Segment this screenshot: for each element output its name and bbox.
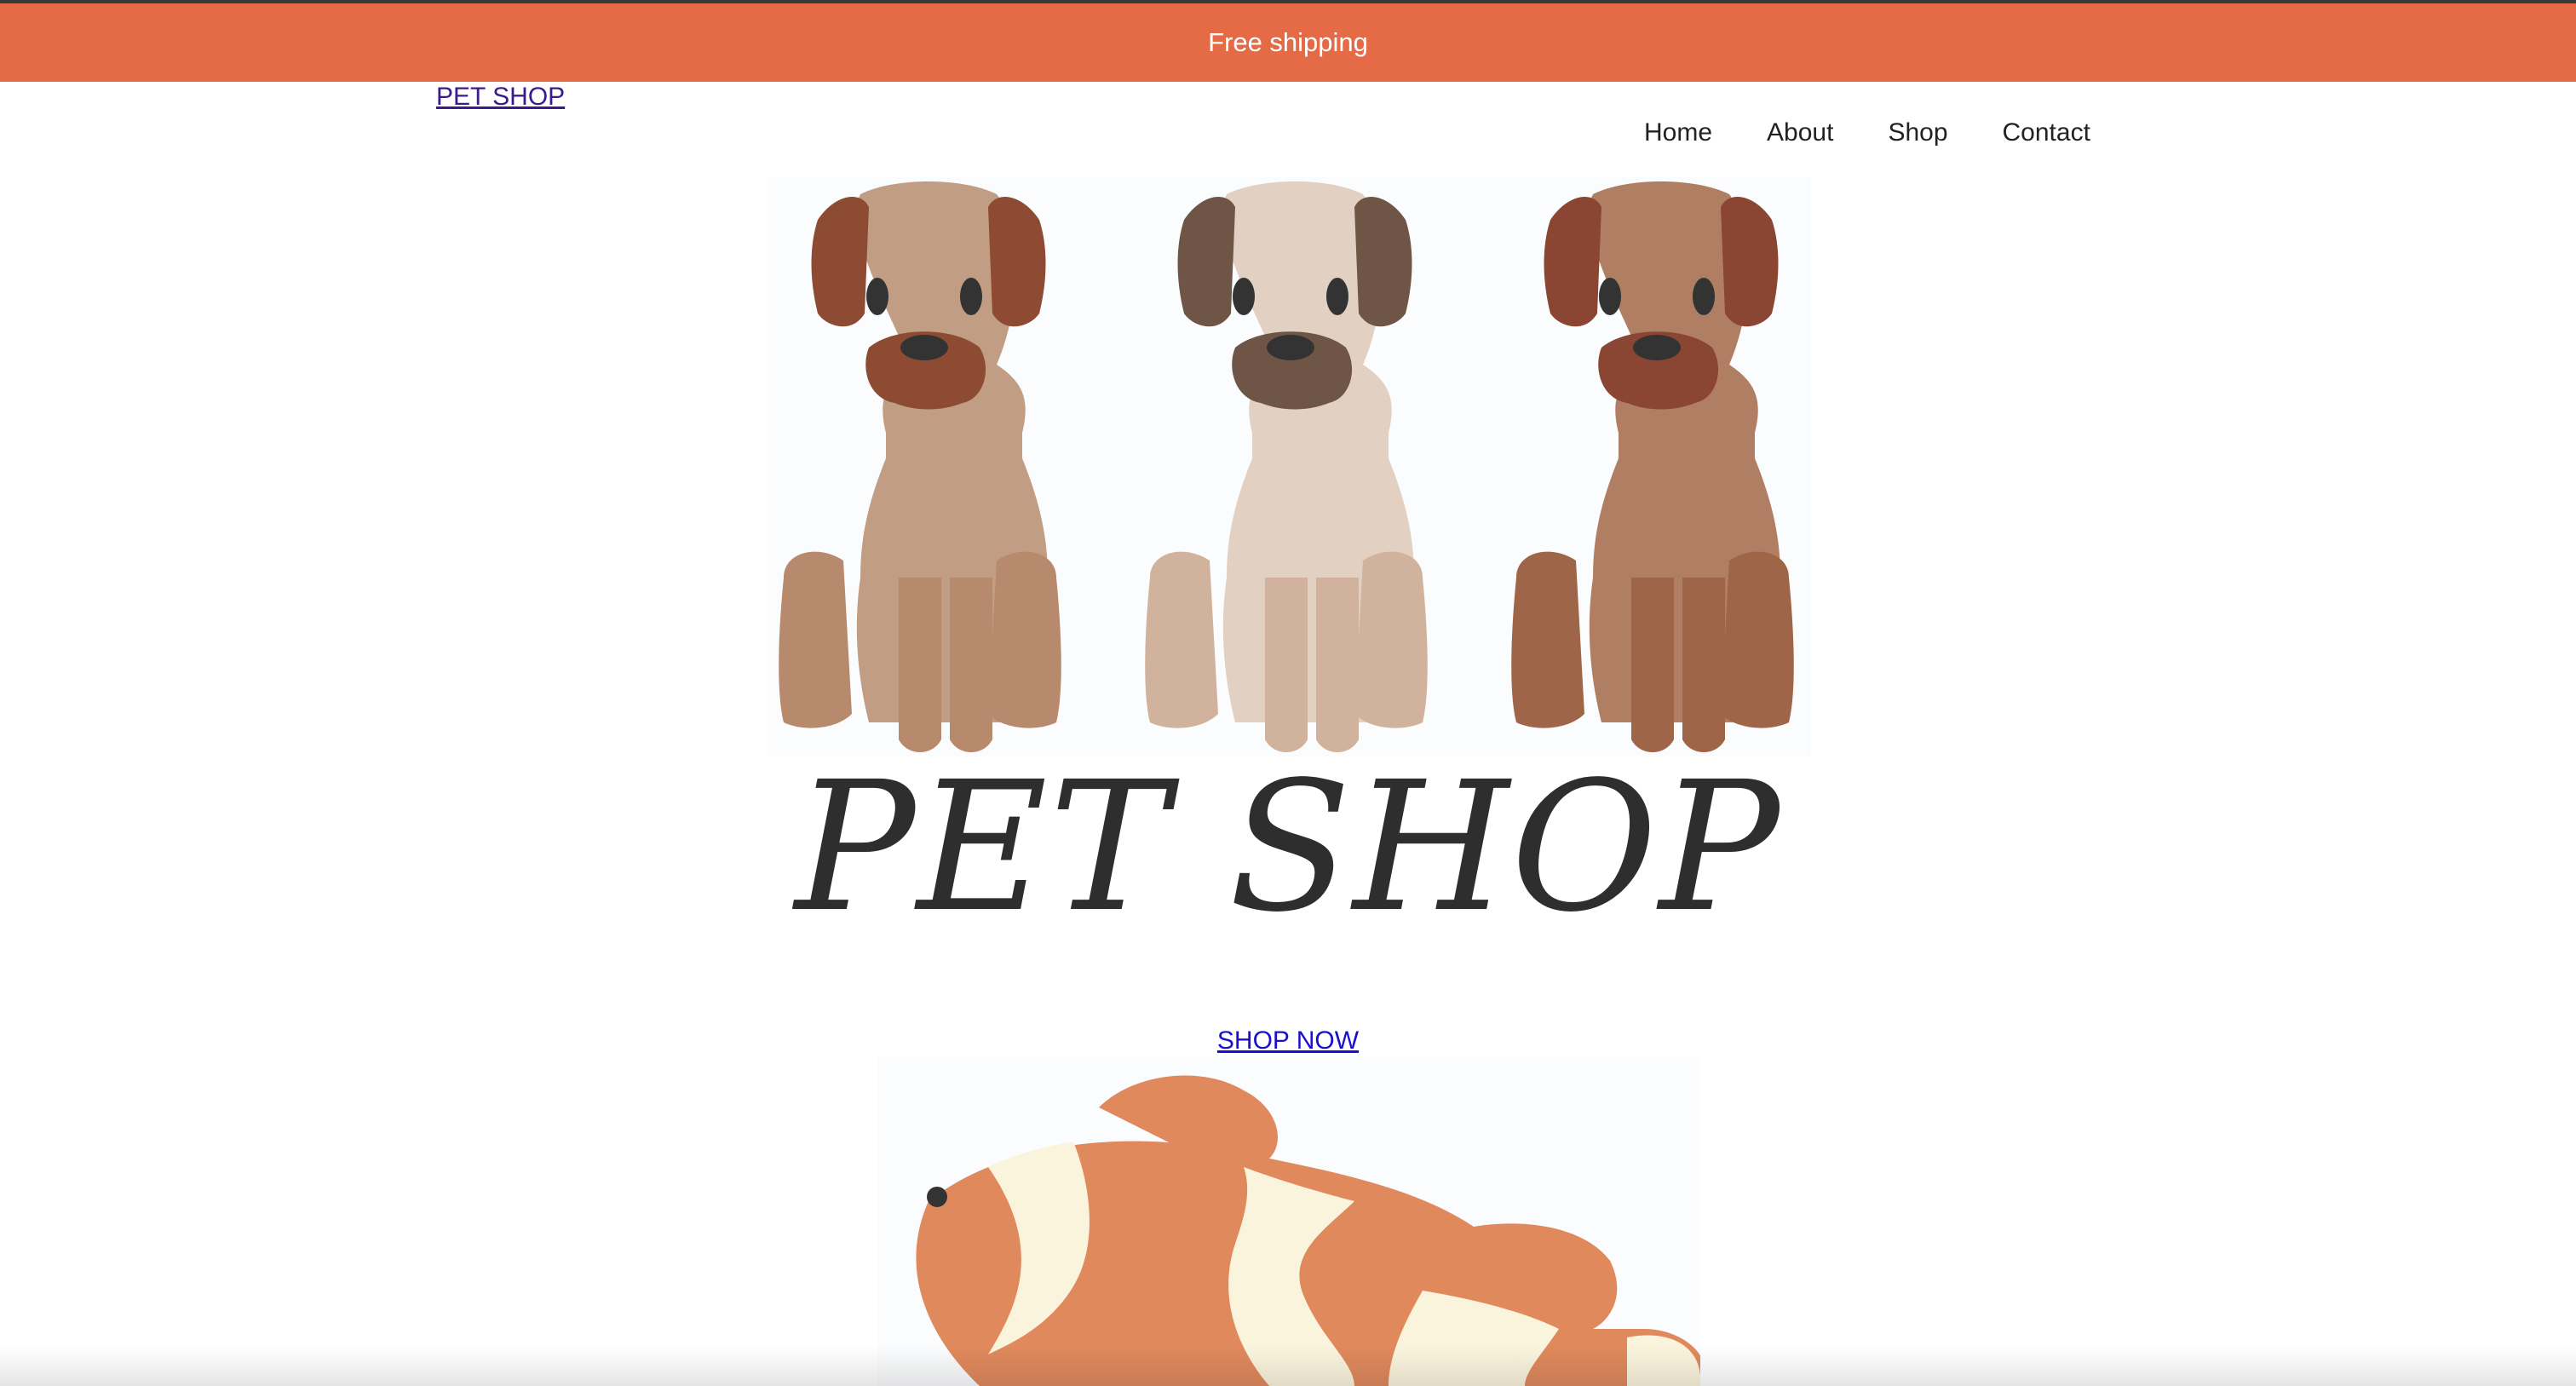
nav-contact[interactable]: Contact: [2003, 116, 2090, 150]
banner-text: Free shipping: [1208, 27, 1368, 57]
nav-shop[interactable]: Shop: [1888, 116, 1947, 150]
clownfish-illustration: [877, 1056, 1700, 1386]
shop-now-wrapper: SHOP NOW: [0, 1026, 2576, 1056]
main-nav: Home About Shop Contact: [1644, 116, 2090, 150]
brand-link[interactable]: PET SHOP: [436, 82, 565, 112]
dogs-illustration: [767, 177, 1810, 756]
shipping-banner: Free shipping: [0, 3, 2576, 82]
hero-title: PET SHOP: [795, 743, 1781, 952]
nav-home[interactable]: Home: [1644, 116, 1712, 150]
nav-about[interactable]: About: [1767, 116, 1833, 150]
shop-now-link[interactable]: SHOP NOW: [1217, 1027, 1359, 1055]
